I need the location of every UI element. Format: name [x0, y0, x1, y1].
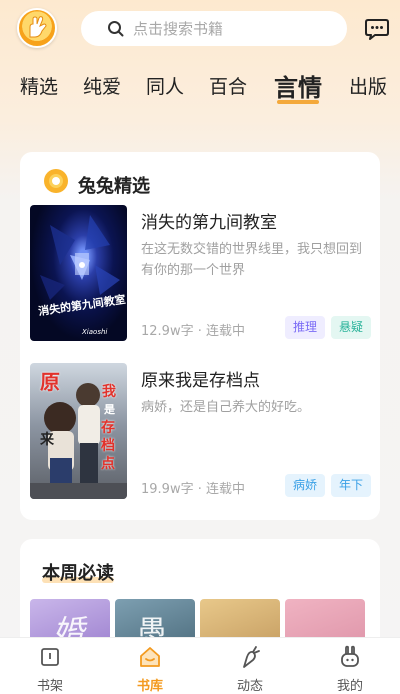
tab-published[interactable]: 出版: [349, 72, 387, 99]
book-cover[interactable]: 原 来 我 是 存 档 点: [30, 363, 127, 499]
tab-featured[interactable]: 精选: [20, 72, 58, 99]
book-meta: 12.9w字 · 连载中: [141, 324, 245, 339]
tag-younger-lover[interactable]: 年下: [331, 474, 372, 497]
section-title: 本周必读: [42, 563, 114, 584]
tag-mystery[interactable]: 推理: [285, 316, 326, 339]
book-item[interactable]: 原 来 我 是 存 档 点 原来我是存档点 病娇，还是自己养大的好吃。 19.9…: [20, 363, 380, 499]
nav-bookshelf[interactable]: 书架: [0, 638, 100, 694]
book-item[interactable]: 消失的第九间教室 Xiaoshi 消失的第九间教室 在这无数交错的世界线里，我只…: [20, 205, 380, 341]
chat-bubble-icon[interactable]: [364, 17, 390, 41]
nav-feed[interactable]: 动态: [200, 638, 300, 694]
nav-label: 书库: [136, 679, 163, 694]
search-icon: [108, 20, 124, 36]
coin-icon: [44, 169, 68, 193]
cover-char: 档: [101, 438, 115, 454]
nav-label: 书架: [36, 679, 63, 694]
nav-label: 动态: [236, 679, 263, 694]
tag-yandere[interactable]: 病娇: [285, 474, 326, 497]
rabbit-profile-icon: [341, 645, 359, 667]
bottom-navigation: 书架 书库 动态 我的: [0, 637, 400, 694]
book-title[interactable]: 原来我是存档点: [141, 366, 260, 391]
book-title[interactable]: 消失的第九间教室: [141, 208, 277, 233]
category-tabs: 精选 纯爱 同人 百合 言情 出版: [0, 62, 400, 108]
book-description: 在这无数交错的世界线里，我只想回到有你的那一个世界: [141, 242, 363, 278]
cover-char: 点: [101, 456, 115, 472]
cover-char: 是: [104, 403, 115, 416]
tab-romance[interactable]: 言情: [274, 68, 322, 103]
nav-label: 我的: [336, 679, 363, 694]
nav-profile[interactable]: 我的: [300, 638, 400, 694]
tab-pure-love[interactable]: 纯爱: [83, 72, 121, 99]
active-tab-indicator: [277, 100, 319, 104]
tab-yuri[interactable]: 百合: [209, 72, 247, 99]
rabbit-logo-icon[interactable]: [17, 8, 57, 48]
cover-char: 存: [101, 420, 115, 436]
featured-section: 兔兔精选 消失的第九间教室 Xiaoshi 消失的第九间教室 在这无数交错的世界…: [20, 152, 380, 520]
carrot-icon: [243, 646, 260, 668]
tab-fanfic[interactable]: 同人: [146, 72, 184, 99]
bookshelf-icon: [41, 648, 59, 666]
cover-char: 来: [40, 432, 54, 448]
search-bar[interactable]: [81, 11, 347, 46]
search-input[interactable]: [133, 19, 333, 38]
book-meta: 19.9w字 · 连载中: [141, 482, 245, 497]
top-header: [0, 0, 400, 60]
cover-subtitle: Xiaoshi: [82, 328, 108, 336]
nav-library[interactable]: 书库: [100, 638, 200, 694]
book-description: 病娇，还是自己养大的好吃。: [141, 400, 311, 415]
cover-char: 我: [102, 384, 116, 400]
tag-suspense[interactable]: 悬疑: [331, 316, 372, 339]
cover-char: 原: [40, 370, 60, 394]
home-library-icon: [140, 647, 160, 667]
section-title: 兔兔精选: [78, 176, 150, 197]
book-cover[interactable]: 消失的第九间教室 Xiaoshi: [30, 205, 127, 341]
